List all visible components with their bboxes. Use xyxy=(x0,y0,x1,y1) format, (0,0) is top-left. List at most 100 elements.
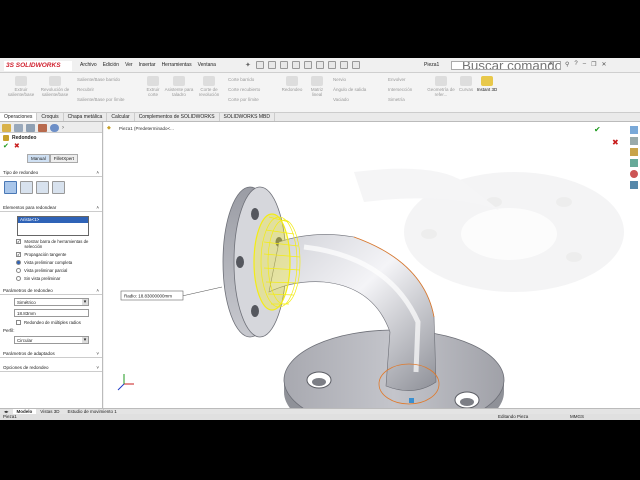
instant3d-button[interactable]: Instant 3D xyxy=(476,76,498,92)
appearances-icon[interactable] xyxy=(630,170,638,178)
collapse-icon[interactable]: ˄ xyxy=(96,169,99,176)
extrude-cut-button[interactable]: Extruir corte xyxy=(142,76,164,97)
menu-insertar[interactable]: Insertar xyxy=(139,62,156,68)
mirror-button[interactable]: Simetría xyxy=(388,97,405,102)
wrap-button[interactable]: Envolver xyxy=(388,77,406,82)
checkbox-icon[interactable] xyxy=(16,320,21,325)
property-manager-icon[interactable] xyxy=(14,124,23,132)
section-tipo-redondeo[interactable]: Tipo de redondeo ˄ xyxy=(0,169,102,177)
lofted-cut-button[interactable]: Corte recubierto xyxy=(228,87,260,92)
close-icon[interactable]: ✕ xyxy=(601,61,606,68)
status-units[interactable]: MMGS xyxy=(570,414,584,420)
extrude-boss-button[interactable]: Extruir saliente/base xyxy=(4,76,38,97)
new-icon[interactable] xyxy=(268,61,276,69)
boundary-cut-button[interactable]: Corte por límite xyxy=(228,97,259,102)
reference-geometry-button[interactable]: Geometría de refer... xyxy=(426,76,456,97)
rebuild-icon[interactable] xyxy=(340,61,348,69)
display-manager-icon[interactable] xyxy=(50,124,59,132)
pin-icon[interactable]: ✦ xyxy=(245,61,251,69)
expand-icon[interactable]: ˅ xyxy=(96,350,99,357)
constant-fillet-icon[interactable] xyxy=(4,181,17,194)
radio-selected-icon[interactable] xyxy=(16,260,21,265)
open-icon[interactable] xyxy=(280,61,288,69)
full-round-fillet-icon[interactable] xyxy=(52,181,65,194)
loft-button[interactable]: Recubrir xyxy=(77,87,94,92)
checkbox-checked-icon[interactable]: ✓ xyxy=(16,239,22,244)
tree-root[interactable]: Pieza1 (Predeterminado<... xyxy=(119,126,174,131)
ok-icon[interactable]: ✔ xyxy=(3,143,9,151)
collapse-icon[interactable]: ˄ xyxy=(96,204,99,211)
shell-button[interactable]: Vaciado xyxy=(333,97,349,102)
menu-edicion[interactable]: Edición xyxy=(103,62,119,68)
tab-chapa-metalica[interactable]: Chapa metálica xyxy=(64,113,108,121)
tab-manual[interactable]: Manual xyxy=(27,154,50,163)
section-adaptados[interactable]: Parámetros de adaptados ˅ xyxy=(0,350,102,358)
menu-herramientas[interactable]: Herramientas xyxy=(162,62,192,68)
user-icon[interactable]: ⚲ xyxy=(565,61,569,68)
radio-vista-completa[interactable]: Vista preliminar completa xyxy=(0,260,102,265)
confirm-corner-cancel-icon[interactable]: ✖ xyxy=(612,138,619,147)
view-palette-icon[interactable] xyxy=(630,159,638,167)
profile-select[interactable]: Circular xyxy=(14,336,89,344)
tab-mbd[interactable]: SOLIDWORKS MBD xyxy=(220,113,275,121)
model-view[interactable]: Radio: 18.83000000mm Pieza1 (Predetermin… xyxy=(104,122,640,420)
search-icon[interactable]: ⌕ xyxy=(549,61,552,68)
radius-input[interactable]: 18.83mm xyxy=(14,309,89,317)
more-tabs-icon[interactable]: › xyxy=(62,124,64,131)
library-pane-icon[interactable] xyxy=(630,137,638,145)
graphics-area[interactable]: Radio: 18.83000000mm Pieza1 (Predetermin… xyxy=(104,122,640,420)
radio-icon[interactable] xyxy=(16,268,21,273)
chk-mostrar-barra[interactable]: ✓ Mostrar barra de herramientas de selecc… xyxy=(0,239,102,249)
restore-icon[interactable]: ❐ xyxy=(591,61,596,68)
undo-icon[interactable] xyxy=(316,61,324,69)
tab-complementos[interactable]: Complementos de SOLIDWORKS xyxy=(135,113,220,121)
menu-ventana[interactable]: Ventana xyxy=(198,62,216,68)
menu-archivo[interactable]: Archivo xyxy=(80,62,97,68)
minimize-icon[interactable]: – xyxy=(583,61,586,68)
chk-multiples-radios[interactable]: Redondeo de múltiples radios xyxy=(0,320,102,325)
checkbox-checked-icon[interactable]: ✓ xyxy=(16,252,22,257)
collapse-icon[interactable]: ˄ xyxy=(96,287,99,294)
radius-callout[interactable]: Radio: 18.83000000mm xyxy=(120,290,184,301)
solidworks-logo[interactable]: 3S SOLIDWORKS xyxy=(4,61,72,71)
revolve-cut-button[interactable]: Corte de revolución xyxy=(194,76,224,97)
edges-selection-box[interactable]: Arista<1> xyxy=(17,216,89,236)
swept-cut-button[interactable]: Corte barrido xyxy=(228,77,254,82)
tab-filletxpert[interactable]: FilletXpert xyxy=(49,154,79,163)
dimxpert-icon[interactable] xyxy=(38,124,47,132)
rib-button[interactable]: Nervio xyxy=(333,77,346,82)
home-icon[interactable] xyxy=(256,61,264,69)
revolve-boss-button[interactable]: Revolución de saliente/base xyxy=(38,76,72,97)
print-icon[interactable] xyxy=(304,61,312,69)
radio-sin-vista[interactable]: Sin vista preliminar xyxy=(0,276,102,281)
radio-icon[interactable] xyxy=(16,276,21,281)
options-icon[interactable] xyxy=(352,61,360,69)
help-icon[interactable]: ? xyxy=(574,61,577,68)
custom-properties-icon[interactable] xyxy=(630,181,638,189)
section-parametros[interactable]: Parámetros de redondeo ˄ xyxy=(0,287,102,295)
cancel-icon[interactable]: ✖ xyxy=(14,143,20,151)
tab-calcular[interactable]: Calcular xyxy=(107,113,135,121)
configuration-manager-icon[interactable] xyxy=(26,124,35,132)
sweep-boss-button[interactable]: Saliente/Base barrido xyxy=(77,77,120,82)
curves-button[interactable]: Curvas xyxy=(456,76,476,92)
tab-croquis[interactable]: Croquis xyxy=(37,113,64,121)
variable-fillet-icon[interactable] xyxy=(20,181,33,194)
fillet-method-select[interactable]: Simétrico xyxy=(14,298,89,306)
file-explorer-icon[interactable] xyxy=(630,148,638,156)
expand-icon[interactable]: ˅ xyxy=(96,364,99,371)
draft-button[interactable]: Ángulo de salida xyxy=(333,87,366,92)
selected-edge[interactable]: Arista<1> xyxy=(18,217,88,223)
menu-ver[interactable]: Ver xyxy=(125,62,133,68)
boundary-boss-button[interactable]: Saliente/Base por límite xyxy=(77,97,125,102)
fillet-button[interactable]: Redondeo xyxy=(278,76,306,92)
chk-propagacion[interactable]: ✓ Propagación tangente xyxy=(0,252,102,257)
home-pane-icon[interactable] xyxy=(630,126,638,134)
section-opciones[interactable]: Opciones de redondeo ˅ xyxy=(0,364,102,372)
intersect-button[interactable]: Intersección xyxy=(388,87,412,92)
radio-vista-parcial[interactable]: Vista preliminar parcial xyxy=(0,268,102,273)
part-icon[interactable]: ◆ xyxy=(107,125,111,131)
section-elementos[interactable]: Elementos para redondear ˄ xyxy=(0,204,102,212)
radius-callout-text[interactable]: Radio: 18.83000000mm xyxy=(124,294,172,299)
save-icon[interactable] xyxy=(292,61,300,69)
